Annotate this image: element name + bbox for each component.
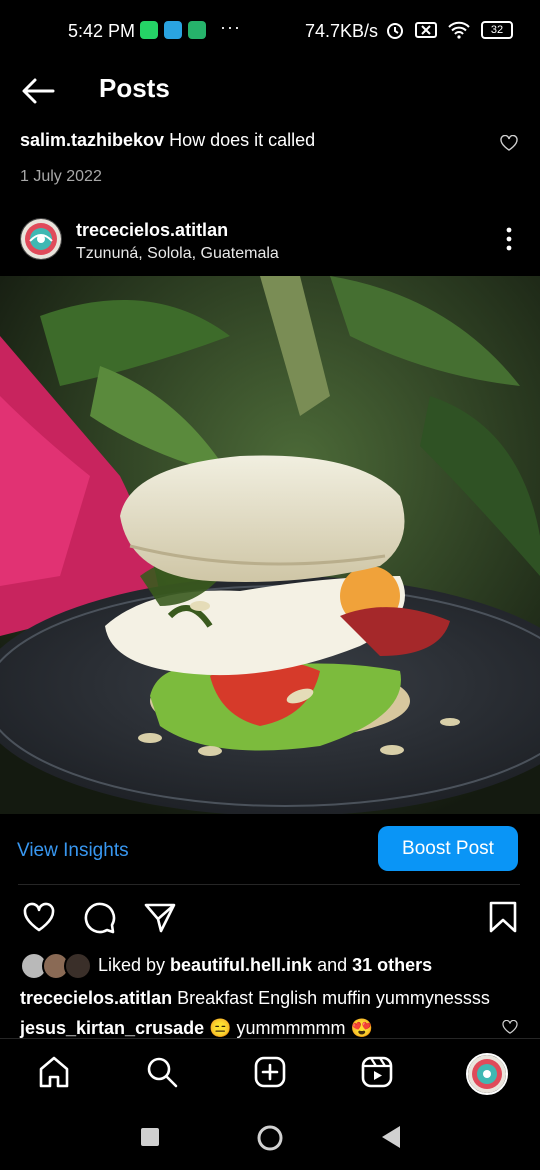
liker-avatar bbox=[64, 952, 92, 980]
back-arrow-icon[interactable] bbox=[20, 76, 56, 106]
status-bar: 5:42 PM ··· 74.7KB/s 32 bbox=[0, 0, 540, 62]
post-header: trececielos.atitlan Tzununá, Solola, Gua… bbox=[0, 214, 540, 268]
post-location[interactable]: Tzununá, Solola, Guatemala bbox=[76, 245, 279, 263]
liked-by-middle: and bbox=[312, 955, 353, 975]
shield-app-icon bbox=[188, 21, 206, 39]
post-caption: trececielos.atitlan Breakfast English mu… bbox=[20, 988, 530, 1009]
profile-avatar[interactable] bbox=[466, 1053, 508, 1095]
insights-row: View Insights Boost Post bbox=[0, 826, 540, 874]
comment-text: How does it called bbox=[164, 130, 316, 150]
liked-by-row[interactable]: Liked by beautiful.hell.ink and 31 other… bbox=[20, 952, 530, 980]
more-notifications: ··· bbox=[220, 17, 241, 37]
commenter-username[interactable]: jesus_kirtan_crusade bbox=[20, 1018, 204, 1038]
telegram-icon bbox=[164, 21, 182, 39]
account-avatar[interactable] bbox=[20, 218, 62, 260]
system-icons: 32 bbox=[385, 20, 513, 40]
page-title: Posts bbox=[99, 73, 170, 103]
divider bbox=[18, 884, 520, 885]
like-comment-heart-icon[interactable] bbox=[502, 1020, 518, 1034]
liked-by-prefix: Liked by bbox=[98, 955, 171, 975]
whatsapp-icon bbox=[140, 21, 158, 39]
comment-preview-text: 😑 yummmmmm 😍 bbox=[204, 1018, 373, 1038]
view-insights-link[interactable]: View Insights bbox=[17, 840, 129, 862]
share-send-icon[interactable] bbox=[143, 900, 177, 934]
caption-text: Breakfast English muffin yummynessss bbox=[172, 988, 490, 1008]
search-icon[interactable] bbox=[145, 1055, 179, 1089]
like-heart-icon[interactable] bbox=[22, 900, 56, 934]
top-bar: Posts bbox=[0, 62, 540, 118]
account-name[interactable]: trececielos.atitlan bbox=[76, 220, 228, 241]
caption-username[interactable]: trececielos.atitlan bbox=[20, 988, 172, 1008]
like-comment-heart-icon[interactable] bbox=[500, 135, 518, 151]
boost-post-button[interactable]: Boost Post bbox=[378, 826, 518, 871]
wifi-icon bbox=[448, 21, 470, 39]
no-sim-icon bbox=[415, 22, 437, 38]
comment-preview: jesus_kirtan_crusade 😑 yummmmmm 😍 bbox=[20, 1018, 500, 1039]
bookmark-icon[interactable] bbox=[486, 900, 520, 934]
create-post-icon[interactable] bbox=[253, 1055, 287, 1089]
home-icon[interactable] bbox=[37, 1055, 71, 1089]
post-actions bbox=[0, 900, 540, 940]
home-button-icon[interactable] bbox=[256, 1124, 284, 1152]
system-nav-bar bbox=[0, 1108, 540, 1170]
comment-date: 1 July 2022 bbox=[20, 168, 102, 185]
liked-by-user[interactable]: beautiful.hell.ink bbox=[170, 955, 312, 975]
more-options-icon[interactable] bbox=[498, 224, 520, 254]
comment-username[interactable]: salim.tazhibekov bbox=[20, 130, 164, 150]
notification-icons bbox=[140, 21, 206, 39]
reels-icon[interactable] bbox=[360, 1055, 394, 1089]
liked-by-text: Liked by beautiful.hell.ink and 31 other… bbox=[98, 955, 432, 976]
battery-icon: 32 bbox=[481, 21, 513, 39]
liked-by-others[interactable]: 31 others bbox=[352, 955, 432, 975]
post-image[interactable] bbox=[0, 276, 540, 814]
comment-bubble-icon[interactable] bbox=[83, 900, 117, 934]
recent-apps-icon[interactable] bbox=[140, 1127, 160, 1147]
bottom-nav bbox=[0, 1038, 540, 1109]
top-comment: salim.tazhibekov How does it called bbox=[20, 130, 520, 151]
back-button-icon[interactable] bbox=[380, 1125, 402, 1149]
network-speed: 74.7KB/s bbox=[305, 21, 379, 41]
status-time: 5:42 PM bbox=[68, 21, 136, 41]
alarm-icon bbox=[387, 23, 403, 39]
